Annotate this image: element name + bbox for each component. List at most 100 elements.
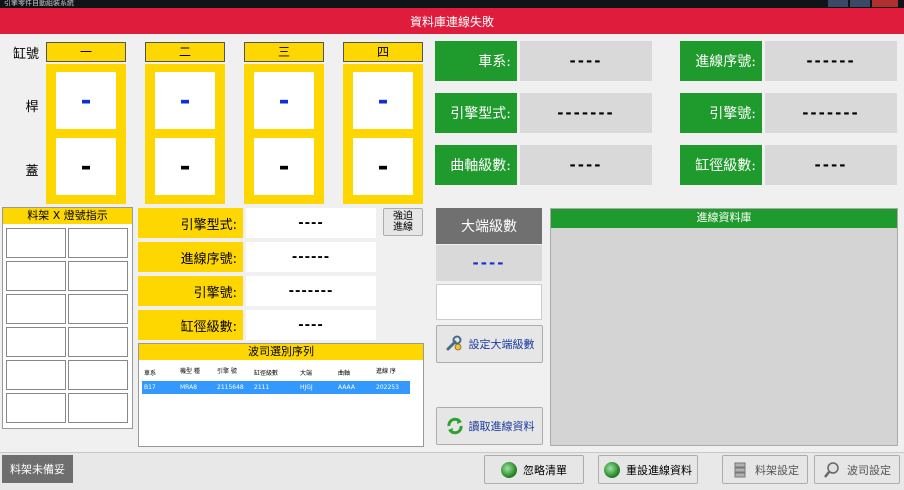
car-series-label: 車系: xyxy=(435,41,517,81)
rod-value: - xyxy=(254,72,314,129)
window-titlebar: 引擎零件自動組裝系統 xyxy=(0,0,904,8)
rack-settings-button[interactable]: 料架設定 xyxy=(722,455,808,484)
window-controls xyxy=(828,0,898,8)
mid-engine-model-value: ---- xyxy=(246,208,376,238)
rod-value: - xyxy=(56,72,116,129)
table-cell: HJGJ xyxy=(298,381,336,394)
close-button[interactable] xyxy=(872,0,898,7)
column-header: 曲軸 xyxy=(338,369,351,377)
engine-model-label: 引擎型式: xyxy=(435,93,517,133)
force-entry-button[interactable]: 強迫進線 xyxy=(383,208,423,236)
cap-value: - xyxy=(155,138,215,195)
entry-database-panel: 進線資料庫 xyxy=(550,208,898,446)
rod-row-label: 桿 xyxy=(25,100,39,115)
seq-label: 進線序號: xyxy=(680,41,762,81)
read-entry-data-label: 讀取進線資料 xyxy=(468,420,535,433)
cylinder-column-2: 二 - - xyxy=(145,42,225,204)
mid-engine-no-value: ------- xyxy=(246,276,376,306)
rack-slot xyxy=(68,393,128,423)
rack-panel-title: 料架 X 燈號指示 xyxy=(3,208,132,224)
bosch-settings-button[interactable]: 波司設定 xyxy=(814,455,900,484)
rack-settings-label: 料架設定 xyxy=(755,463,799,477)
window-title: 引擎零件自動組裝系統 xyxy=(4,0,74,7)
table-cell: MRA8 xyxy=(178,381,215,394)
cylinder-column-4: 四 - - xyxy=(343,42,423,204)
cylinder-header: 三 xyxy=(244,42,324,62)
rack-slot xyxy=(6,294,66,324)
rack-slot xyxy=(68,360,128,390)
table-row[interactable]: B17 MRA8 2115648 2111 HJGJ AAAA 202253 xyxy=(142,381,410,394)
cap-value: - xyxy=(56,138,116,195)
maximize-button[interactable] xyxy=(850,0,870,7)
rack-slot xyxy=(6,393,66,423)
bosch-settings-label: 波司設定 xyxy=(847,463,891,477)
cylinder-column-3: 三 - - xyxy=(244,42,324,204)
rod-value: - xyxy=(353,72,413,129)
rack-slot xyxy=(68,327,128,357)
rack-slot xyxy=(6,261,66,291)
table-cell: B17 xyxy=(142,381,178,394)
rack-slot xyxy=(6,327,66,357)
rack-slot xyxy=(68,261,128,291)
cylinder-body: - - xyxy=(145,64,225,204)
crank-grade-value: ---- xyxy=(520,145,652,185)
entry-database-title: 進線資料庫 xyxy=(551,209,897,228)
cap-value: - xyxy=(254,138,314,195)
mid-bore-grade-value: ---- xyxy=(246,310,376,340)
column-header: 引擎 號 xyxy=(217,368,237,375)
cap-value: - xyxy=(353,138,413,195)
rack-slot xyxy=(68,294,128,324)
order-list-panel: 波司選別序列 車系 機型 種 引擎 號 缸徑級數 大端 曲軸 進線 序 B17 … xyxy=(138,343,424,447)
engine-no-value: ------- xyxy=(765,93,897,133)
cylinder-body: - - xyxy=(244,64,324,204)
cylinder-row-label: 缸號 xyxy=(12,47,39,62)
mid-seq-label: 進線序號: xyxy=(138,242,243,272)
cylinder-header: 一 xyxy=(46,42,126,62)
stack-icon xyxy=(731,461,749,479)
seq-value: ------ xyxy=(765,41,897,81)
big-end-input[interactable] xyxy=(436,284,542,320)
set-big-end-label: 設定大端級數 xyxy=(468,338,535,351)
engine-model-value: ------- xyxy=(520,93,652,133)
mid-bore-grade-label: 缸徑級數: xyxy=(138,310,243,340)
column-header: 車系 xyxy=(144,369,157,377)
rack-slot xyxy=(6,360,66,390)
big-end-label: 大端級數 xyxy=(436,208,542,244)
rack-slot xyxy=(6,228,66,258)
rack-slot xyxy=(68,228,128,258)
car-series-value: ---- xyxy=(520,41,652,81)
table-cell: 2115648 xyxy=(215,381,252,394)
refresh-icon xyxy=(445,416,465,436)
mid-engine-no-label: 引擎號: xyxy=(138,276,243,306)
set-big-end-button[interactable]: 設定大端級數 xyxy=(436,325,543,363)
reset-entry-data-button[interactable]: 重設進線資料 xyxy=(598,455,698,484)
cylinder-body: - - xyxy=(46,64,126,204)
cylinder-body: - - xyxy=(343,64,423,204)
bore-grade-value: ---- xyxy=(765,145,897,185)
table-cell: 202253 xyxy=(374,381,410,394)
table-cell: 2111 xyxy=(252,381,298,394)
green-orb-icon xyxy=(604,461,620,478)
rack-status: 料架未備妥 xyxy=(2,455,73,483)
cylinder-header: 二 xyxy=(145,42,225,62)
column-header: 進線 序 xyxy=(376,368,396,375)
column-header: 缸徑級數 xyxy=(254,369,279,377)
banner-text: 資料庫連線失敗 xyxy=(409,14,494,29)
mid-seq-value: ------ xyxy=(246,242,376,272)
table-header-row: 車系 機型 種 引擎 號 缸徑級數 大端 曲軸 進線 序 xyxy=(142,363,410,381)
minimize-button[interactable] xyxy=(828,0,848,7)
reset-entry-data-label: 重設進線資料 xyxy=(626,463,692,477)
status-banner: 資料庫連線失敗 xyxy=(0,8,904,34)
rod-value: - xyxy=(155,72,215,129)
order-table: 車系 機型 種 引擎 號 缸徑級數 大端 曲軸 進線 序 B17 MRA8 21… xyxy=(142,363,410,394)
column-header: 大端 xyxy=(300,369,313,377)
column-header: 機型 種 xyxy=(180,368,200,375)
mid-engine-model-label: 引擎型式: xyxy=(138,208,243,238)
table-cell: AAAA xyxy=(336,381,374,394)
green-orb-icon xyxy=(501,461,517,478)
rack-panel: 料架 X 燈號指示 xyxy=(2,207,133,429)
ignore-list-button[interactable]: 忽略清單 xyxy=(484,455,584,484)
crank-grade-label: 曲軸級數: xyxy=(435,145,517,185)
read-entry-data-button[interactable]: 讀取進線資料 xyxy=(436,407,543,445)
wrench-icon xyxy=(445,335,463,353)
